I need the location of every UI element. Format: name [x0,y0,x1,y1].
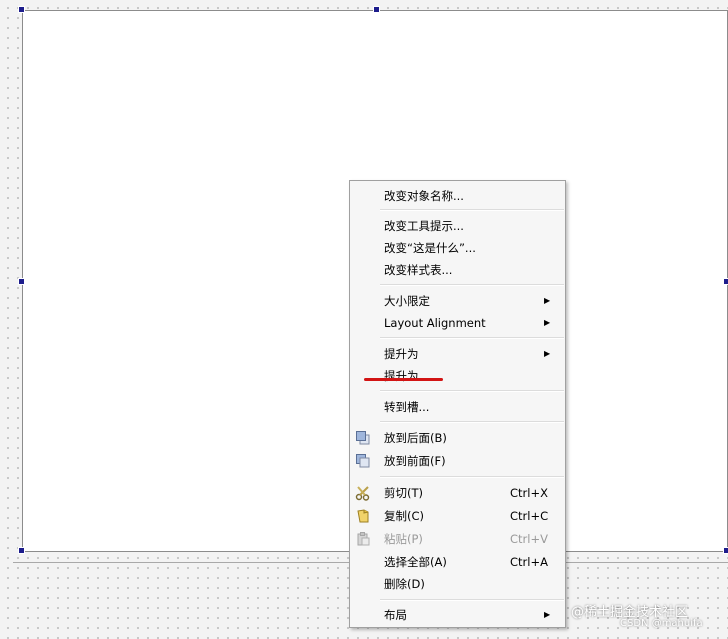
menu-item-label: 布局 [384,608,407,622]
menu-separator [380,337,564,339]
menu-item-paste[interactable]: 粘贴(P) Ctrl+V [350,528,565,550]
menu-item-go-to-slot[interactable]: 转到槽... [350,396,565,418]
resize-handle-bottom-left[interactable] [18,547,25,554]
resize-handle-top-middle[interactable] [373,6,380,13]
menu-item-label: 改变工具提示... [384,219,464,233]
shortcut-label: Ctrl+C [510,509,549,523]
menu-item-label: 放到前面(F) [384,454,446,468]
resize-handle-middle-left[interactable] [18,278,25,285]
menu-item-change-stylesheet[interactable]: 改变样式表... [350,259,565,281]
menu-item-label: 提升为... [384,369,430,383]
menu-item-label: 改变样式表... [384,263,453,277]
resize-handle-top-left[interactable] [18,6,25,13]
menu-item-promote-to-submenu[interactable]: 提升为 ▶ [350,343,565,365]
menu-item-delete[interactable]: 删除(D) [350,573,565,595]
menu-item-label: 提升为 [384,347,419,361]
menu-item-label: 改变“这是什么”... [384,241,476,255]
menu-item-layout-alignment[interactable]: Layout Alignment ▶ [350,312,565,334]
menu-item-label: Layout Alignment [384,316,486,330]
menu-item-label: 删除(D) [384,577,425,591]
scissors-icon [355,485,371,501]
send-to-back-icon [355,430,371,446]
menu-item-promote-to[interactable]: 提升为... [350,365,565,387]
shortcut-label: Ctrl+X [510,486,548,500]
menu-item-label: 放到后面(B) [384,431,447,445]
menu-item-label: 复制(C) [384,509,425,523]
menu-item-size-constraints[interactable]: 大小限定 ▶ [350,290,565,312]
shortcut-label: Ctrl+A [510,555,548,569]
menu-item-label: 选择全部(A) [384,555,447,569]
context-menu: 改变对象名称... 改变工具提示... 改变“这是什么”... 改变样式表...… [349,180,566,628]
red-annotation-underline [364,378,443,381]
shortcut-label: Ctrl+V [510,532,548,546]
menu-separator [380,476,564,478]
submenu-arrow-icon: ▶ [544,610,551,619]
paste-icon [355,531,371,547]
resize-handle-middle-right[interactable] [723,278,728,285]
watermark-csdn: CSDN @mahuifa [620,618,703,629]
menu-item-cut[interactable]: 剪切(T) Ctrl+X [350,482,565,504]
resize-handle-bottom-right[interactable] [723,547,728,554]
menu-item-label: 转到槽... [384,400,430,414]
menu-separator [380,209,564,211]
menu-item-copy[interactable]: 复制(C) Ctrl+C [350,505,565,527]
submenu-arrow-icon: ▶ [544,296,551,305]
menu-item-bring-to-front[interactable]: 放到前面(F) [350,450,565,472]
menu-separator [380,599,564,601]
menu-item-label: 改变对象名称... [384,189,464,203]
bring-to-front-icon [355,453,371,469]
menu-item-rename-object[interactable]: 改变对象名称... [350,185,565,207]
menu-item-label: 剪切(T) [384,486,423,500]
copy-icon [355,508,371,524]
menu-item-send-to-back[interactable]: 放到后面(B) [350,427,565,449]
submenu-arrow-icon: ▶ [544,349,551,358]
menu-separator [380,390,564,392]
menu-item-label: 大小限定 [384,294,430,308]
menu-item-change-whats-this[interactable]: 改变“这是什么”... [350,237,565,259]
menu-item-change-tooltip[interactable]: 改变工具提示... [350,215,565,237]
menu-separator [380,284,564,286]
menu-item-select-all[interactable]: 选择全部(A) Ctrl+A [350,551,565,573]
submenu-arrow-icon: ▶ [544,318,551,327]
menu-item-layout[interactable]: 布局 ▶ [350,604,565,626]
menu-separator [380,421,564,423]
menu-item-label: 粘贴(P) [384,532,423,546]
